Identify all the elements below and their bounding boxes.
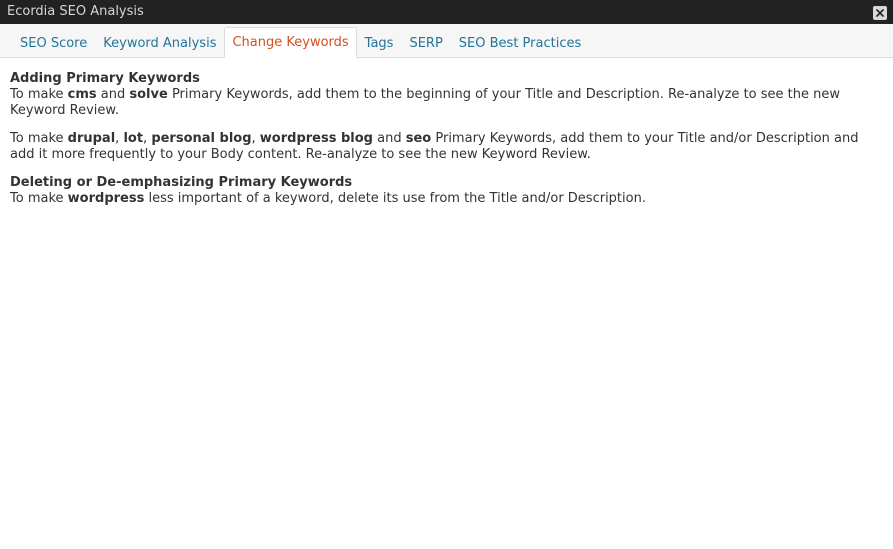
- text: To make: [10, 191, 68, 206]
- keyword: wordpress blog: [259, 131, 373, 146]
- window-title: Ecordia SEO Analysis: [7, 4, 144, 19]
- tab-serp[interactable]: SERP: [401, 28, 450, 58]
- keyword: cms: [67, 87, 97, 102]
- section-heading-deleting: Deleting or De-emphasizing Primary Keywo…: [10, 175, 353, 190]
- adding-paragraph-1: To make cms and solve Primary Keywords, …: [10, 87, 883, 119]
- text: less important of a keyword, delete its …: [144, 191, 646, 206]
- window-titlebar: Ecordia SEO Analysis: [0, 0, 893, 24]
- close-button[interactable]: [873, 5, 887, 20]
- tab-seo-best-practices[interactable]: SEO Best Practices: [451, 28, 589, 58]
- text: To make: [10, 131, 68, 146]
- keyword: lot: [123, 131, 144, 146]
- tab-bar: SEO Score Keyword Analysis Change Keywor…: [0, 24, 893, 58]
- text: To make: [10, 87, 68, 102]
- keyword: seo: [405, 131, 432, 146]
- section-heading-adding: Adding Primary Keywords: [10, 71, 200, 86]
- text: and: [373, 131, 406, 146]
- adding-paragraph-2: To make drupal, lot, personal blog, word…: [10, 131, 883, 163]
- close-icon: [876, 8, 884, 17]
- tab-content-change-keywords: Adding Primary Keywords To make cms and …: [0, 58, 893, 207]
- keyword: personal blog: [151, 131, 252, 146]
- keyword: drupal: [67, 131, 116, 146]
- text: and: [96, 87, 130, 102]
- keyword: wordpress: [67, 191, 145, 206]
- deleting-paragraph-1: To make wordpress less important of a ke…: [10, 191, 883, 207]
- tab-change-keywords[interactable]: Change Keywords: [224, 27, 357, 58]
- separator: ,: [251, 131, 260, 146]
- tab-tags[interactable]: Tags: [357, 28, 402, 58]
- tab-keyword-analysis[interactable]: Keyword Analysis: [95, 28, 224, 58]
- keyword: solve: [129, 87, 168, 102]
- tab-seo-score[interactable]: SEO Score: [12, 28, 95, 58]
